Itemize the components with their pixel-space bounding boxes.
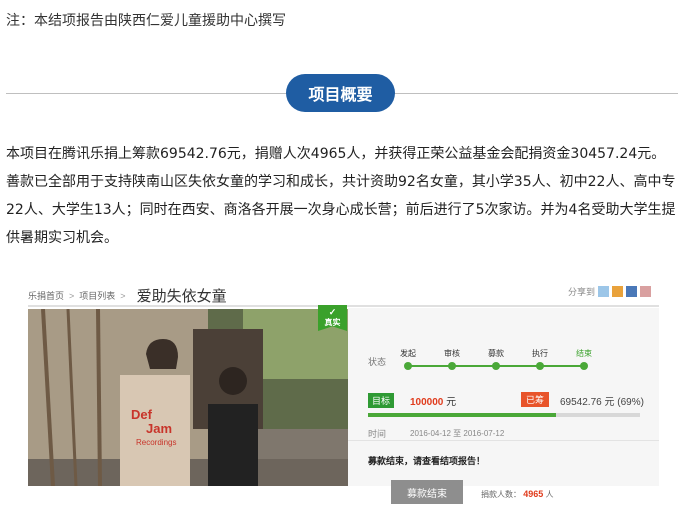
check-icon: ✓ [328,307,337,317]
goal-tag: 目标 [368,393,395,408]
project-photo: Def Jam Recordings [28,309,348,486]
summary-paragraph: 本项目在腾讯乐捐上筹款69542.76元，捐赠人次4965人，并获得正荣公益基金… [6,146,676,246]
qzone-share-icon[interactable] [598,286,609,297]
step-dot [448,362,456,370]
section-title: 项目概要 [286,74,395,112]
donor-number: 4965 [523,489,544,499]
step-dot [492,362,500,370]
more-share-icon[interactable] [640,286,651,297]
breadcrumb-separator: > [69,290,75,301]
shirt-text: Jam [146,421,172,436]
panel-divider [348,440,659,441]
step-label: 审核 [444,349,460,358]
project-page-screenshot: 乐捐首页 > 项目列表 > 爱助失依女童 分享到 Def Jam Recordi… [28,278,659,504]
fundraising-ended-note: 募款结束，请查看结项报告！ [368,456,486,466]
breadcrumb: 乐捐首页 > 项目列表 > 爱助失依女童 [28,285,227,306]
step-dot [536,362,544,370]
breadcrumb-list-link[interactable]: 项目列表 [79,289,115,302]
step-label: 执行 [532,349,548,358]
weibo-share-icon[interactable] [612,286,623,297]
goal-number: 100000 [410,397,444,408]
breadcrumb-separator: > [120,290,126,301]
time-range: 2016-04-12 至 2016-07-12 [410,429,505,438]
step-label: 结束 [576,349,592,358]
time-label: 时间 [368,429,387,439]
state-label: 状态 [368,357,387,367]
share-bar: 分享到 [568,285,651,298]
project-status-panel: 状态 发起 审核 募款 执行 结束 目标 100000 元 已筹 69542.7… [348,308,659,504]
fundraising-ended-button[interactable]: 募款结束 [391,480,463,504]
goal-unit: 元 [446,397,457,408]
goal-amount: 100000 元 [410,393,456,408]
step-dot [580,362,588,370]
author-note: 注：本结项报告由陕西仁爱儿童援助中心撰写 [6,13,286,29]
funding-progress-fill [368,413,556,417]
raised-tag: 已筹 [521,392,550,407]
step-label: 募款 [488,349,504,358]
step-dot [404,362,412,370]
friend-share-icon[interactable] [626,286,637,297]
funding-progress-bar [368,413,640,417]
shirt-text: Recordings [136,438,176,447]
donor-unit: 人 [545,490,554,499]
project-title: 爱助失依女童 [136,288,227,305]
shirt-text: Def [131,407,153,422]
donor-count: 捐款人数： 4965 人 [481,489,554,500]
share-label: 分享到 [567,287,595,297]
raised-amount: 69542.76 元 (69%) [560,397,644,408]
breadcrumb-home-link[interactable]: 乐捐首页 [28,289,64,302]
donor-label: 捐款人数： [481,490,521,499]
step-label: 发起 [400,349,416,358]
